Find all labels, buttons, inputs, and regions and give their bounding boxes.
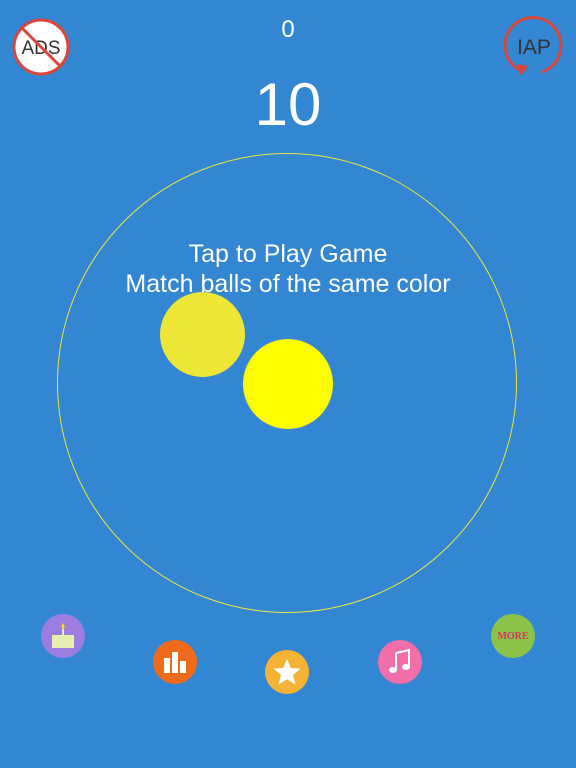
current-score: 10 bbox=[254, 71, 322, 138]
yellow-ball-left[interactable] bbox=[160, 292, 245, 377]
leaderboard-icon bbox=[164, 652, 186, 673]
star-icon bbox=[273, 659, 301, 685]
instruction-line-2: Match balls of the same color bbox=[125, 270, 451, 298]
iap-button[interactable]: IAP bbox=[503, 15, 563, 76]
top-score: 0 bbox=[281, 16, 295, 43]
music-button[interactable] bbox=[378, 640, 422, 684]
music-note-icon bbox=[389, 649, 410, 673]
no-ads-icon: ADS bbox=[12, 18, 70, 76]
candle-icon bbox=[52, 623, 74, 648]
yellow-ball-center[interactable] bbox=[243, 339, 333, 429]
instruction-line-1: Tap to Play Game bbox=[188, 240, 388, 268]
no-ads-button[interactable]: ADS bbox=[12, 18, 70, 76]
more-games-button[interactable]: MORE bbox=[491, 614, 535, 658]
iap-label: IAP bbox=[517, 36, 551, 59]
candle-button[interactable] bbox=[41, 614, 85, 658]
more-icon: MORE bbox=[497, 630, 529, 642]
rate-button[interactable] bbox=[265, 650, 309, 694]
leaderboard-button[interactable] bbox=[153, 640, 197, 684]
iap-icon: IAP bbox=[503, 15, 563, 76]
instructions[interactable]: Tap to Play Game Match balls of the same… bbox=[0, 239, 576, 299]
